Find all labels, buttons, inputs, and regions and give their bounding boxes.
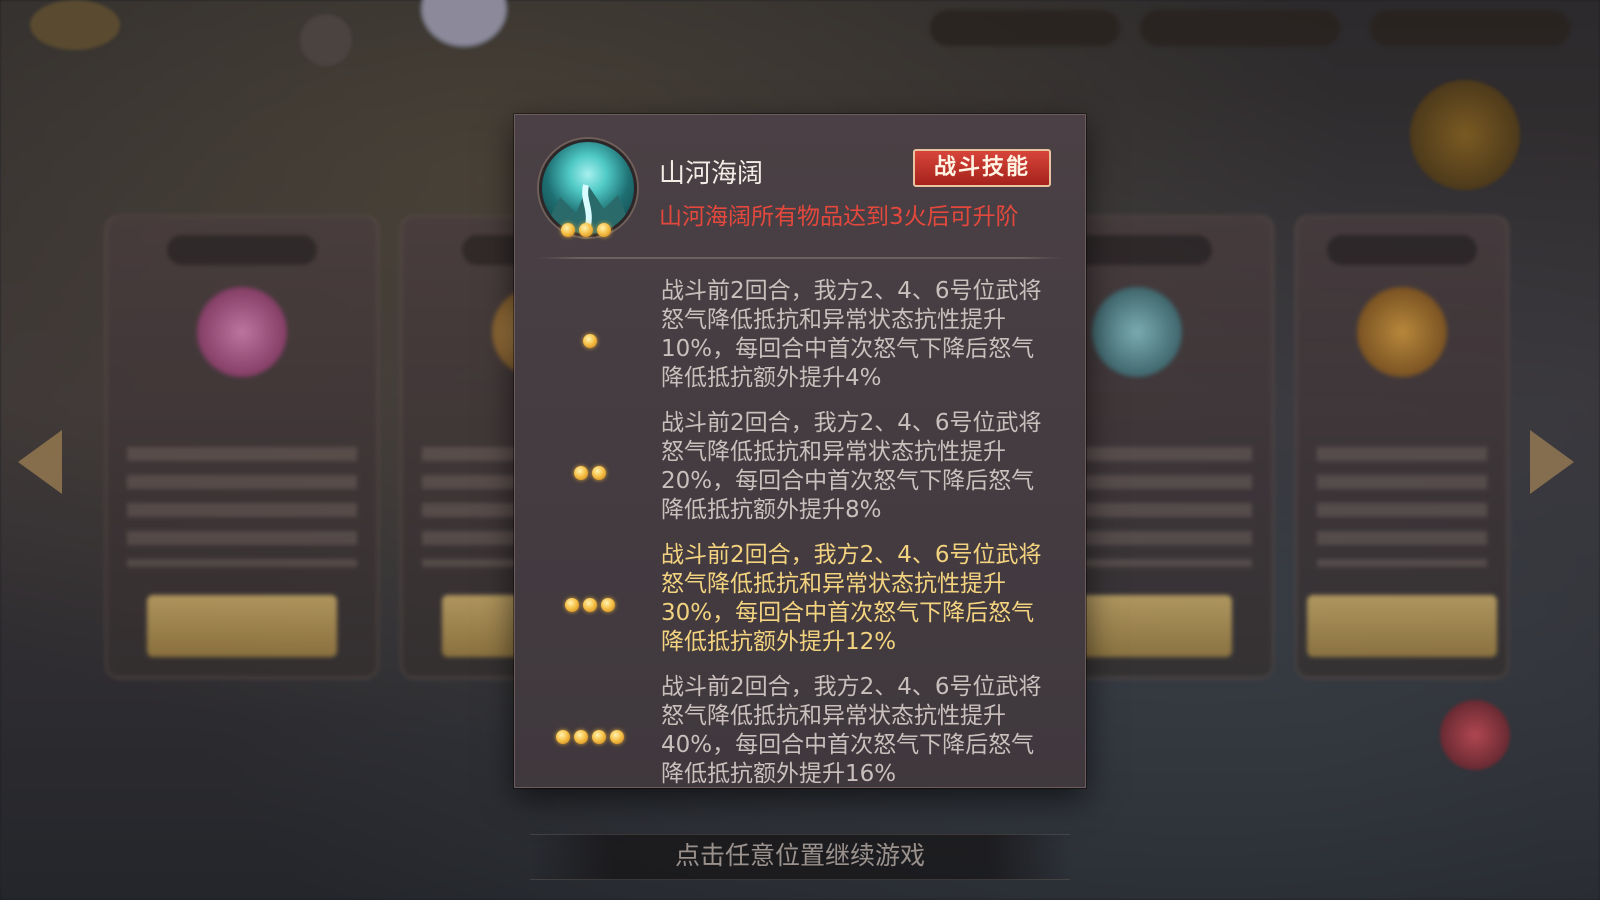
skill-type-badge: 战斗技能	[913, 149, 1051, 187]
fire-level-indicator	[515, 466, 665, 480]
skill-level-stars	[561, 223, 611, 237]
divider	[537, 257, 1063, 259]
fire-level-indicator	[515, 598, 665, 612]
event-icon	[1440, 700, 1510, 770]
level-description: 战斗前2回合，我方2、4、6号位武将怒气降低抵抗和异常状态抗性提升20%，每回合…	[661, 410, 1042, 523]
fire-level-indicator	[515, 730, 665, 744]
back-icon	[30, 0, 120, 50]
fire-dot-icon	[556, 730, 570, 744]
level-row-2: 战斗前2回合，我方2、4、6号位武将怒气降低抵抗和异常状态抗性提升20%，每回合…	[515, 407, 1085, 539]
upgrade-requirement: 山河海阔所有物品达到3火后可升阶	[659, 204, 1019, 230]
chat-icon	[300, 14, 352, 66]
resource-bar-3	[1370, 10, 1570, 46]
fire-dot-icon	[574, 730, 588, 744]
fire-dot-icon	[565, 598, 579, 612]
level-description: 战斗前2回合，我方2、4、6号位武将怒气降低抵抗和异常状态抗性提升40%，每回合…	[661, 674, 1042, 787]
level-row-1: 战斗前2回合，我方2、4、6号位武将怒气降低抵抗和异常状态抗性提升10%，每回合…	[515, 275, 1085, 407]
fire-dot-icon	[610, 730, 624, 744]
resource-bar-2	[1140, 10, 1340, 46]
skill-level-list: 战斗前2回合，我方2、4、6号位武将怒气降低抵抗和异常状态抗性提升10%，每回合…	[515, 275, 1085, 787]
background-card-4	[1295, 215, 1509, 679]
previous-arrow-icon	[18, 430, 62, 494]
continue-hint[interactable]: 点击任意位置继续游戏	[530, 836, 1070, 876]
skill-name: 山河海阔	[659, 159, 764, 189]
level-row-3: 战斗前2回合，我方2、4、6号位武将怒气降低抵抗和异常状态抗性提升30%，每回合…	[515, 539, 1085, 671]
fire-dot-icon	[583, 334, 597, 348]
treasure-icon	[1410, 80, 1520, 190]
background-card-1	[105, 215, 379, 679]
fire-dot-icon	[601, 598, 615, 612]
level-description: 战斗前2回合，我方2、4、6号位武将怒气降低抵抗和异常状态抗性提升10%，每回合…	[661, 278, 1042, 391]
fire-dot-icon	[579, 223, 593, 237]
fire-dot-icon	[561, 223, 575, 237]
fire-dot-icon	[597, 223, 611, 237]
skill-detail-popup: 山河海阔 战斗技能 山河海阔所有物品达到3火后可升阶 战斗前2回合，我方2、4、…	[514, 114, 1086, 788]
fire-dot-icon	[592, 730, 606, 744]
level-row-4: 战斗前2回合，我方2、4、6号位武将怒气降低抵抗和异常状态抗性提升40%，每回合…	[515, 671, 1085, 787]
fire-dot-icon	[583, 598, 597, 612]
fire-dot-icon	[574, 466, 588, 480]
fire-level-indicator	[515, 334, 665, 348]
next-arrow-icon	[1530, 430, 1574, 494]
fire-dot-icon	[592, 466, 606, 480]
resource-bar-1	[930, 10, 1120, 46]
level-description: 战斗前2回合，我方2、4、6号位武将怒气降低抵抗和异常状态抗性提升30%，每回合…	[661, 542, 1042, 655]
